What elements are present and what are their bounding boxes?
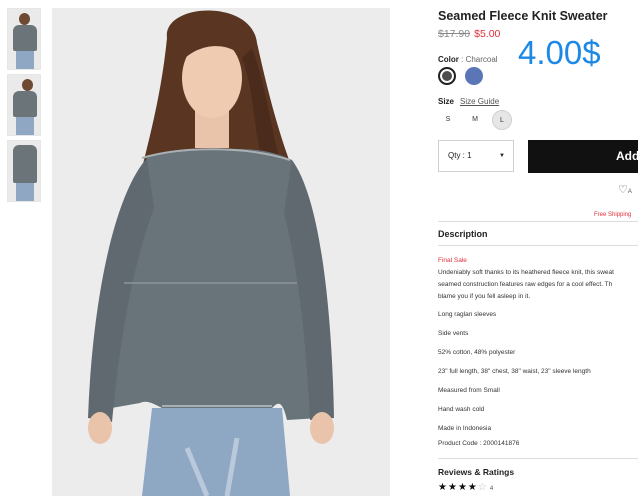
product-main-image <box>52 8 390 496</box>
thumbnail-figure-sweater <box>13 145 37 183</box>
feature-item: Hand wash cold <box>438 406 485 413</box>
color-label: Color <box>438 55 459 64</box>
star-filled-icon: ★ <box>447 482 458 493</box>
price-row: $17.90 $5.00 <box>438 28 500 40</box>
description-heading: Description <box>438 229 488 239</box>
feature-item: Long raglan sleeves <box>438 311 497 318</box>
size-option-m[interactable]: M <box>465 110 485 130</box>
free-shipping-link[interactable]: Free Shipping <box>594 212 631 218</box>
wishlist-link[interactable]: ♡A <box>618 183 632 196</box>
star-filled-icon: ★ <box>438 482 448 493</box>
color-swatch-charcoal[interactable] <box>438 67 456 85</box>
thumbnail-3[interactable] <box>7 140 41 202</box>
size-option-l[interactable]: L <box>492 110 512 130</box>
size-label: Size <box>438 97 455 106</box>
thumbnail-figure-head <box>19 13 30 25</box>
color-value: Charcoal <box>465 55 498 64</box>
final-sale-label: Final Sale <box>438 257 467 264</box>
star-empty-icon: ☆ <box>477 482 488 493</box>
size-option-s[interactable]: S <box>438 110 458 130</box>
reviews-heading: Reviews & Ratings <box>438 467 515 477</box>
divider <box>438 221 638 222</box>
star-filled-icon: ★ <box>467 482 478 493</box>
thumbnail-figure-sweater <box>13 91 37 117</box>
description-line: blame you if you fell asleep in it. <box>438 293 531 300</box>
color-label-row: Color : Charcoal <box>438 55 498 64</box>
star-filled-icon: ★ <box>457 482 468 493</box>
chevron-down-icon: ▼ <box>499 153 505 159</box>
feature-item: 52% cotton, 48% polyester <box>438 349 516 356</box>
thumbnail-figure-sweater <box>13 25 37 51</box>
add-to-bag-button[interactable]: Add <box>528 140 638 173</box>
thumbnail-figure-jeans <box>16 117 34 135</box>
thumbnail-strip <box>7 8 41 206</box>
product-title: Seamed Fleece Knit Sweater <box>438 9 608 23</box>
heart-icon: ♡ <box>618 184 628 196</box>
description-line: Undeniably soft thanks to its heathered … <box>438 269 614 276</box>
color-separator: : <box>458 55 466 64</box>
review-count: 4 <box>489 486 495 492</box>
overlay-price-annotation: 4.00$ <box>518 34 601 71</box>
description-line: seamed construction features raw edges f… <box>438 281 613 288</box>
feature-item: 23" full length, 38" chest, 38" waist, 2… <box>438 368 591 375</box>
divider <box>438 245 638 246</box>
feature-item: Side vents <box>438 330 469 337</box>
wishlist-label: A <box>627 189 632 195</box>
thumbnail-1[interactable] <box>7 8 41 70</box>
feature-item: Measured from Small <box>438 387 500 394</box>
quantity-select[interactable]: Qty : 1 ▼ <box>438 140 514 172</box>
sale-price: $5.00 <box>474 28 501 40</box>
original-price: $17.90 <box>438 28 471 40</box>
quantity-value: Qty : 1 <box>448 151 472 160</box>
thumbnail-2[interactable] <box>7 74 41 136</box>
size-guide-link[interactable]: Size Guide <box>460 97 499 106</box>
divider <box>438 458 638 459</box>
size-label-row: Size Size Guide <box>438 97 499 106</box>
star-rating[interactable]: ★★★★☆ 4 <box>438 482 494 493</box>
description-body: Undeniably soft thanks to its heathered … <box>438 267 614 303</box>
product-code: Product Code : 2000141876 <box>438 440 520 447</box>
feature-item: Made in Indonesia <box>438 425 492 432</box>
thumbnail-figure-head <box>22 79 33 91</box>
thumbnail-figure-jeans <box>16 183 34 201</box>
thumbnail-figure-jeans <box>16 51 34 69</box>
color-swatch-blue[interactable] <box>465 67 483 85</box>
